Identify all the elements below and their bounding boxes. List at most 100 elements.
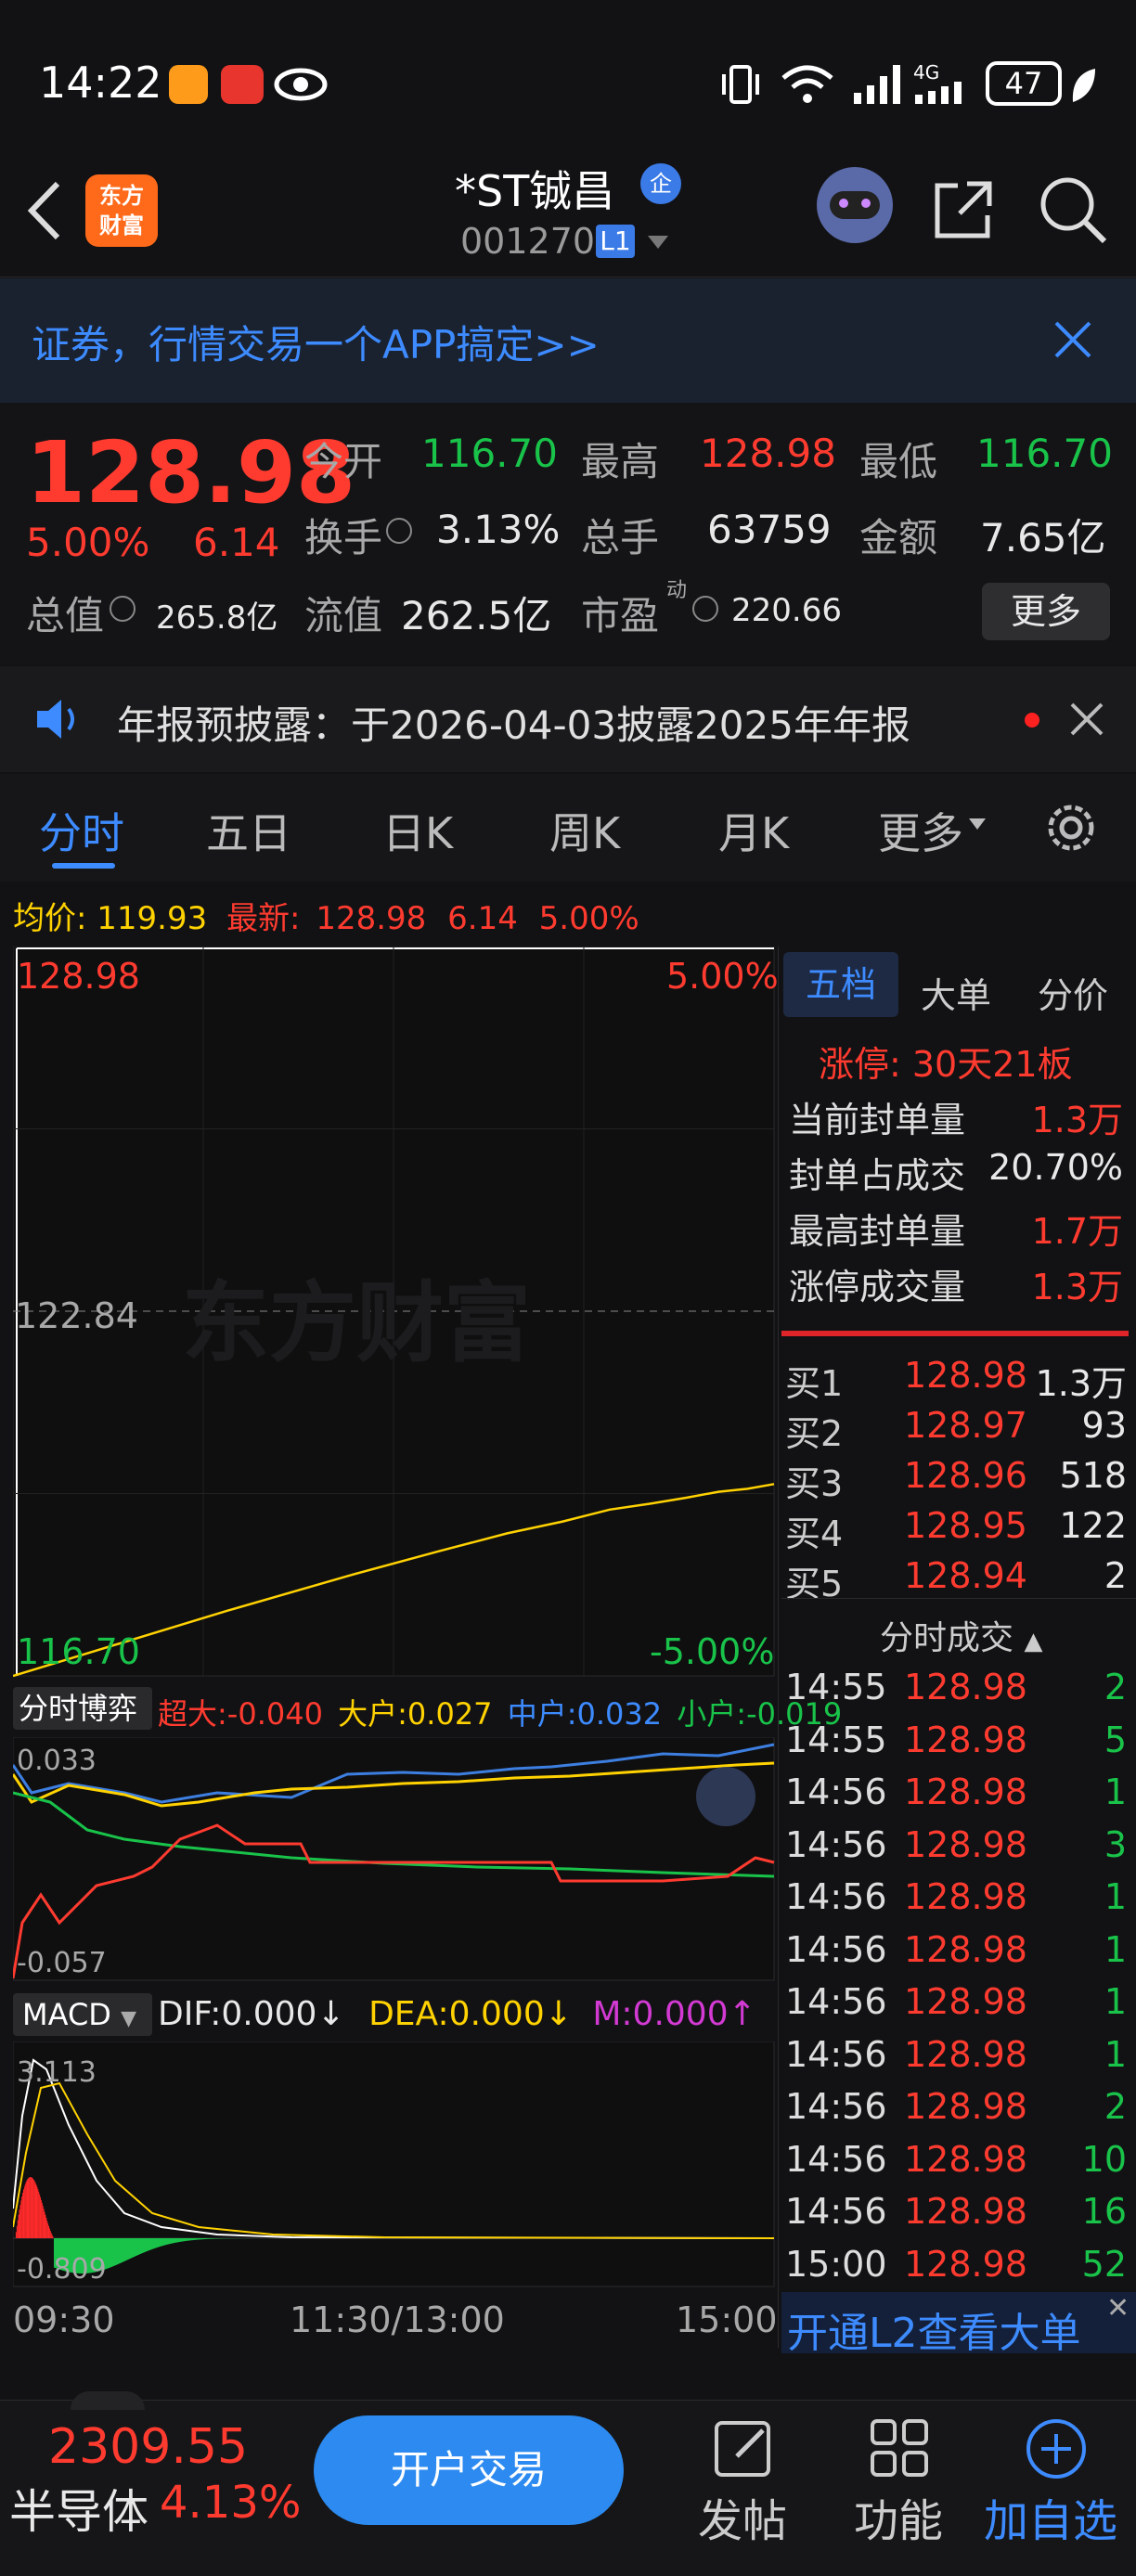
macd-bar-pos [32,2178,33,2238]
macd-bar-neg [156,2238,157,2248]
limit-value: 20.70% [988,1147,1123,1188]
back-icon[interactable] [24,178,65,243]
turnover-value: 3.13% [436,507,561,552]
search-icon[interactable] [1038,174,1108,245]
macd-bar-neg [139,2238,140,2255]
banner-text[interactable]: 证券，行情交易一个APP搞定>> [32,314,600,370]
tick-time: 14:56 [785,2033,887,2075]
limit-key: 最高封单量 [789,1211,966,1252]
grid-function-icon[interactable] [869,2417,930,2479]
macd-bar-neg [119,2238,120,2264]
bid-row[interactable]: 买1 128.98 1.3万 [781,1355,1136,1404]
tick-volume: 1 [1104,1928,1127,1970]
change-pct: 5.00% [26,520,150,565]
tab-5day[interactable]: 五日 [206,800,291,861]
macd-bar-neg [179,2238,180,2243]
tick-time: 15:00 [785,2243,887,2285]
l2-upgrade-link[interactable]: 开通L2查看大单 ✕ [781,2292,1136,2357]
enterprise-badge[interactable]: 企 [640,163,681,204]
limit-value: 1.3万 [1031,1267,1123,1307]
bid-level: 买4 [785,1513,844,1554]
index-name[interactable]: 半导体 [9,2475,148,2542]
tab-day-k[interactable]: 日K [382,800,453,861]
bid-row[interactable]: 买5 128.94 2 [781,1555,1136,1604]
tick-time: 14:55 [785,1667,887,1707]
tick-volume: 52 [1081,2243,1127,2285]
close-icon[interactable] [1052,319,1093,360]
add-watchlist-label[interactable]: 加自选 [984,2484,1117,2549]
bid-row[interactable]: 买2 128.97 93 [781,1405,1136,1454]
macd-bar-neg [207,2238,208,2239]
expand-icon[interactable] [696,1767,755,1826]
macd-bar-neg [185,2238,186,2242]
tab-intraday[interactable]: 分时 [39,800,124,861]
tick-volume: 2 [1104,2086,1127,2127]
robot-assistant-icon[interactable] [817,167,893,243]
macd-select[interactable]: MACD ▼ [13,1993,152,2036]
float-label: 流值 [304,593,383,638]
share-icon[interactable] [930,176,997,243]
tab-big-orders[interactable]: 大单 [921,967,991,1018]
macd-bar-pos [47,2222,49,2238]
macd-bar-neg [126,2238,127,2260]
macd-bar-neg [175,2238,176,2243]
ticks-title[interactable]: 分时成交 ▲ [880,1611,1042,1659]
close-icon[interactable]: ✕ [1106,2292,1130,2325]
bid-price: 128.96 [904,1455,1027,1496]
bid-volume: 518 [1059,1455,1127,1496]
open-account-button[interactable]: 开户交易 [314,2415,624,2525]
level-badge[interactable]: L1 [596,225,635,258]
index-value[interactable]: 2309.55 [48,2419,248,2475]
notice-text[interactable]: 年报预披露：于2026-04-03披露2025年年报 [117,694,910,751]
add-watchlist-icon[interactable] [1025,2417,1088,2480]
macd-bar-neg [155,2238,156,2248]
bid-row[interactable]: 买3 128.96 518 [781,1455,1136,1504]
macd-bar-pos [34,2183,36,2238]
edit-post-icon[interactable] [713,2417,774,2479]
caret-down-icon[interactable] [967,817,988,831]
tab-more[interactable]: 更多 [878,800,963,861]
macd-top-label: 3.113 [17,2056,97,2089]
flow-bottom-label: -0.057 [17,1947,107,1979]
chevron-down-icon[interactable] [646,234,670,251]
info-icon[interactable] [386,518,412,544]
macd-bar-pos [26,2180,28,2238]
tick-price: 128.98 [904,2033,1027,2075]
time-end: 15:00 [676,2299,778,2340]
tick-volume: 16 [1081,2191,1127,2232]
index-pct[interactable]: 4.13% [160,2477,301,2529]
high-label: 最高 [581,439,660,484]
info-icon[interactable] [692,596,718,622]
macd-bar-pos [20,2200,22,2238]
macd-bar-neg [152,2238,153,2249]
macd-legend: DIF:0.000↓ DEA:0.000↓ M:0.000↑ [158,1995,756,2033]
more-button[interactable]: 更多 [982,583,1110,640]
macd-bar-neg [162,2238,163,2247]
amount-value: 7.65亿 [980,515,1106,560]
macd-bar-pos [40,2196,41,2238]
info-icon[interactable] [110,596,136,622]
macd-bar-pos [49,2230,51,2238]
macd-bar-pos [27,2178,29,2238]
app-logo[interactable]: 东方 财富 [85,174,158,247]
bid-row[interactable]: 买4 128.95 122 [781,1505,1136,1554]
notice-bar[interactable]: 年报预披露：于2026-04-03披露2025年年报 [0,666,1136,772]
flow-chart[interactable] [13,1737,776,1982]
gear-icon[interactable] [1041,798,1101,857]
flow-indicator-select[interactable]: 分时博弈 ▼ [13,1687,152,1767]
promo-banner[interactable]: 证券，行情交易一个APP搞定>> [0,278,1136,403]
macd-bar-pos [22,2192,24,2238]
post-label[interactable]: 发帖 [698,2484,787,2549]
tick-row: 14:56 128.98 1 [781,1771,1136,1822]
bid-price: 128.98 [904,1355,1027,1396]
macd-chart[interactable] [13,2041,776,2288]
status-bar: 14:22 4G 47 [0,0,1136,167]
tab-price-dist[interactable]: 分价 [1038,967,1108,1018]
tab-month-k[interactable]: 月K [718,800,789,861]
low-value: 116.70 [976,431,1113,476]
close-icon[interactable] [1069,702,1104,737]
function-label[interactable]: 功能 [854,2484,943,2549]
tab-week-k[interactable]: 周K [549,800,620,861]
volume-value: 63759 [707,507,832,552]
tab-five-levels[interactable]: 五档 [783,952,898,1017]
